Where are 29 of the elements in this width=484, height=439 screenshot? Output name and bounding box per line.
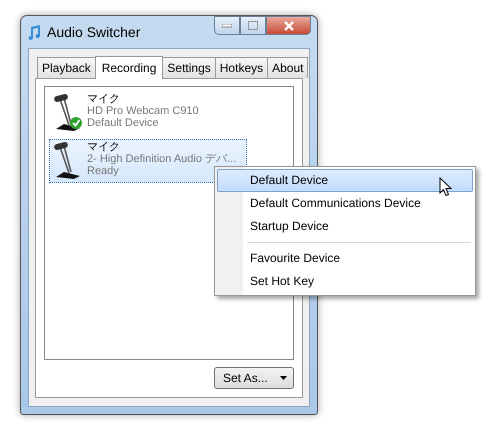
mouse-pointer-icon [439,177,452,197]
maximize-icon [248,21,258,30]
close-icon [282,20,294,30]
minimize-button[interactable] [214,16,240,35]
menu-item[interactable]: Favourite Device [217,247,473,270]
tab[interactable]: Recording [94,56,164,79]
window-title: Audio Switcher [47,24,140,40]
device-description: 2- High Definition Audio デバ... [87,153,236,165]
minimize-icon [222,24,232,28]
tab[interactable]: Settings [162,57,216,78]
tab[interactable]: Hotkeys [214,57,268,78]
device-name: マイク [87,141,121,153]
set-as-dropdown-button[interactable]: Set As... [214,367,294,389]
device-description: HD Pro Webcam C910 [87,105,199,117]
music-note-icon [27,24,41,40]
maximize-button[interactable] [240,16,266,35]
device-status: Ready [87,165,120,177]
caret-icon [280,376,287,380]
menu-item[interactable]: Default Communications Device [217,192,473,215]
menu-item[interactable]: Default Device [217,169,473,192]
device-item[interactable]: マイク 2- High Definition Audio デバ... Ready [49,139,247,183]
tab[interactable]: Playback [37,57,96,78]
menu-item[interactable]: Startup Device [217,215,473,238]
device-item[interactable]: マイク HD Pro Webcam C910 Default Device [49,91,247,135]
menu-item[interactable]: Set Hot Key [217,270,473,293]
device-name: マイク [87,93,121,105]
tab[interactable]: About [267,57,308,78]
device-status: Default Device [87,117,160,129]
close-button[interactable] [266,16,311,35]
